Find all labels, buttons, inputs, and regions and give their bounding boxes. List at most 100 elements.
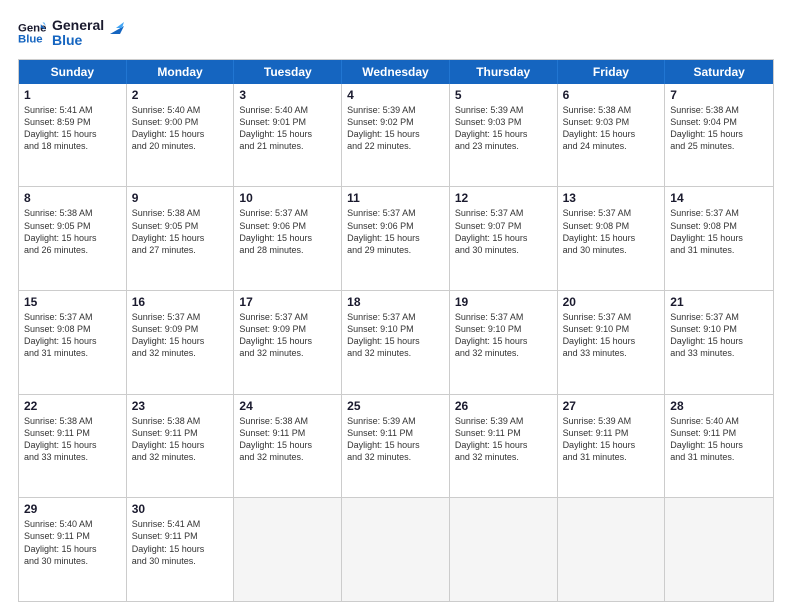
day-info: Sunrise: 5:41 AM Sunset: 9:11 PM Dayligh…	[132, 519, 205, 565]
day-number: 12	[455, 191, 552, 205]
day-cell-30: 30 Sunrise: 5:41 AM Sunset: 9:11 PM Dayli…	[127, 498, 235, 601]
calendar-row-4: 29 Sunrise: 5:40 AM Sunset: 9:11 PM Dayli…	[19, 498, 773, 601]
day-cell-27: 27 Sunrise: 5:39 AM Sunset: 9:11 PM Dayli…	[558, 395, 666, 498]
day-cell-8: 8 Sunrise: 5:38 AM Sunset: 9:05 PM Daylig…	[19, 187, 127, 290]
day-cell-11: 11Sunrise: 5:37 AM Sunset: 9:06 PM Dayli…	[342, 187, 450, 290]
calendar-body: 1Sunrise: 5:41 AM Sunset: 8:59 PM Daylig…	[19, 84, 773, 601]
day-info: Sunrise: 5:39 AM Sunset: 9:03 PM Dayligh…	[455, 105, 528, 151]
day-cell-26: 26 Sunrise: 5:39 AM Sunset: 9:11 PM Dayli…	[450, 395, 558, 498]
day-cell-4: 4 Sunrise: 5:39 AM Sunset: 9:02 PM Daylig…	[342, 84, 450, 187]
day-cell-14: 14 Sunrise: 5:37 AM Sunset: 9:08 PM Dayli…	[665, 187, 773, 290]
day-cell-24: 24Sunrise: 5:38 AM Sunset: 9:11 PM Dayli…	[234, 395, 342, 498]
day-info: Sunrise: 5:37 AM Sunset: 9:07 PM Dayligh…	[455, 208, 528, 254]
day-info: Sunrise: 5:38 AM Sunset: 9:11 PM Dayligh…	[239, 416, 312, 462]
day-number: 3	[239, 88, 336, 102]
day-cell-25: 25Sunrise: 5:39 AM Sunset: 9:11 PM Dayli…	[342, 395, 450, 498]
day-cell-6: 6 Sunrise: 5:38 AM Sunset: 9:03 PM Daylig…	[558, 84, 666, 187]
day-info: Sunrise: 5:38 AM Sunset: 9:03 PM Dayligh…	[563, 105, 636, 151]
day-number: 30	[132, 502, 229, 516]
day-number: 6	[563, 88, 660, 102]
day-number: 29	[24, 502, 121, 516]
day-info: Sunrise: 5:37 AM Sunset: 9:10 PM Dayligh…	[563, 312, 636, 358]
day-cell-3: 3 Sunrise: 5:40 AM Sunset: 9:01 PM Daylig…	[234, 84, 342, 187]
day-number: 7	[670, 88, 768, 102]
header-day-sunday: Sunday	[19, 60, 127, 84]
calendar-row-3: 22 Sunrise: 5:38 AM Sunset: 9:11 PM Dayli…	[19, 395, 773, 499]
logo-icon: General Blue	[18, 19, 46, 47]
day-cell-22: 22 Sunrise: 5:38 AM Sunset: 9:11 PM Dayli…	[19, 395, 127, 498]
day-cell-17: 17 Sunrise: 5:37 AM Sunset: 9:09 PM Dayli…	[234, 291, 342, 394]
day-number: 14	[670, 191, 768, 205]
day-info: Sunrise: 5:37 AM Sunset: 9:09 PM Dayligh…	[239, 312, 312, 358]
day-cell-29: 29 Sunrise: 5:40 AM Sunset: 9:11 PM Dayli…	[19, 498, 127, 601]
day-cell-19: 19 Sunrise: 5:37 AM Sunset: 9:10 PM Dayli…	[450, 291, 558, 394]
day-info: Sunrise: 5:39 AM Sunset: 9:11 PM Dayligh…	[455, 416, 528, 462]
day-cell-23: 23 Sunrise: 5:38 AM Sunset: 9:11 PM Dayli…	[127, 395, 235, 498]
day-cell-2: 2 Sunrise: 5:40 AM Sunset: 9:00 PM Daylig…	[127, 84, 235, 187]
day-info: Sunrise: 5:38 AM Sunset: 9:11 PM Dayligh…	[24, 416, 97, 462]
day-info: Sunrise: 5:37 AM Sunset: 9:09 PM Dayligh…	[132, 312, 205, 358]
empty-cell	[342, 498, 450, 601]
day-info: Sunrise: 5:40 AM Sunset: 9:11 PM Dayligh…	[670, 416, 743, 462]
day-info: Sunrise: 5:40 AM Sunset: 9:11 PM Dayligh…	[24, 519, 97, 565]
day-cell-12: 12 Sunrise: 5:37 AM Sunset: 9:07 PM Dayli…	[450, 187, 558, 290]
header-day-saturday: Saturday	[665, 60, 773, 84]
day-info: Sunrise: 5:37 AM Sunset: 9:10 PM Dayligh…	[670, 312, 743, 358]
day-cell-21: 21 Sunrise: 5:37 AM Sunset: 9:10 PM Dayli…	[665, 291, 773, 394]
day-number: 5	[455, 88, 552, 102]
empty-cell	[665, 498, 773, 601]
header-day-tuesday: Tuesday	[234, 60, 342, 84]
calendar-row-1: 8 Sunrise: 5:38 AM Sunset: 9:05 PM Daylig…	[19, 187, 773, 291]
empty-cell	[558, 498, 666, 601]
empty-cell	[450, 498, 558, 601]
day-info: Sunrise: 5:38 AM Sunset: 9:11 PM Dayligh…	[132, 416, 205, 462]
day-info: Sunrise: 5:37 AM Sunset: 9:10 PM Dayligh…	[455, 312, 528, 358]
day-cell-9: 9Sunrise: 5:38 AM Sunset: 9:05 PM Daylig…	[127, 187, 235, 290]
empty-cell	[234, 498, 342, 601]
logo-blue: Blue	[52, 33, 104, 48]
day-number: 27	[563, 399, 660, 413]
day-info: Sunrise: 5:37 AM Sunset: 9:08 PM Dayligh…	[563, 208, 636, 254]
logo-general: General	[52, 18, 104, 33]
logo-arrow-icon	[106, 20, 124, 38]
logo: General Blue General Blue	[18, 18, 124, 49]
day-number: 21	[670, 295, 768, 309]
svg-text:General: General	[18, 23, 46, 35]
day-cell-28: 28Sunrise: 5:40 AM Sunset: 9:11 PM Dayli…	[665, 395, 773, 498]
day-number: 20	[563, 295, 660, 309]
day-info: Sunrise: 5:40 AM Sunset: 9:00 PM Dayligh…	[132, 105, 205, 151]
day-info: Sunrise: 5:40 AM Sunset: 9:01 PM Dayligh…	[239, 105, 312, 151]
day-number: 26	[455, 399, 552, 413]
day-info: Sunrise: 5:39 AM Sunset: 9:02 PM Dayligh…	[347, 105, 420, 151]
calendar-row-2: 15 Sunrise: 5:37 AM Sunset: 9:08 PM Dayli…	[19, 291, 773, 395]
day-number: 19	[455, 295, 552, 309]
day-info: Sunrise: 5:38 AM Sunset: 9:04 PM Dayligh…	[670, 105, 743, 151]
day-info: Sunrise: 5:37 AM Sunset: 9:08 PM Dayligh…	[670, 208, 743, 254]
day-cell-20: 20 Sunrise: 5:37 AM Sunset: 9:10 PM Dayli…	[558, 291, 666, 394]
day-number: 16	[132, 295, 229, 309]
day-info: Sunrise: 5:39 AM Sunset: 9:11 PM Dayligh…	[563, 416, 636, 462]
day-number: 13	[563, 191, 660, 205]
calendar-header: SundayMondayTuesdayWednesdayThursdayFrid…	[19, 60, 773, 84]
day-cell-1: 1Sunrise: 5:41 AM Sunset: 8:59 PM Daylig…	[19, 84, 127, 187]
day-cell-10: 10 Sunrise: 5:37 AM Sunset: 9:06 PM Dayli…	[234, 187, 342, 290]
day-info: Sunrise: 5:39 AM Sunset: 9:11 PM Dayligh…	[347, 416, 420, 462]
day-cell-18: 18Sunrise: 5:37 AM Sunset: 9:10 PM Dayli…	[342, 291, 450, 394]
day-info: Sunrise: 5:37 AM Sunset: 9:08 PM Dayligh…	[24, 312, 97, 358]
day-number: 22	[24, 399, 121, 413]
header-day-wednesday: Wednesday	[342, 60, 450, 84]
day-info: Sunrise: 5:37 AM Sunset: 9:06 PM Dayligh…	[239, 208, 312, 254]
day-number: 8	[24, 191, 121, 205]
day-cell-5: 5 Sunrise: 5:39 AM Sunset: 9:03 PM Daylig…	[450, 84, 558, 187]
day-number: 15	[24, 295, 121, 309]
header-day-thursday: Thursday	[450, 60, 558, 84]
day-number: 11	[347, 191, 444, 205]
calendar: SundayMondayTuesdayWednesdayThursdayFrid…	[18, 59, 774, 602]
day-number: 10	[239, 191, 336, 205]
day-number: 4	[347, 88, 444, 102]
day-number: 17	[239, 295, 336, 309]
day-number: 23	[132, 399, 229, 413]
header-day-monday: Monday	[127, 60, 235, 84]
day-number: 2	[132, 88, 229, 102]
day-info: Sunrise: 5:38 AM Sunset: 9:05 PM Dayligh…	[24, 208, 97, 254]
